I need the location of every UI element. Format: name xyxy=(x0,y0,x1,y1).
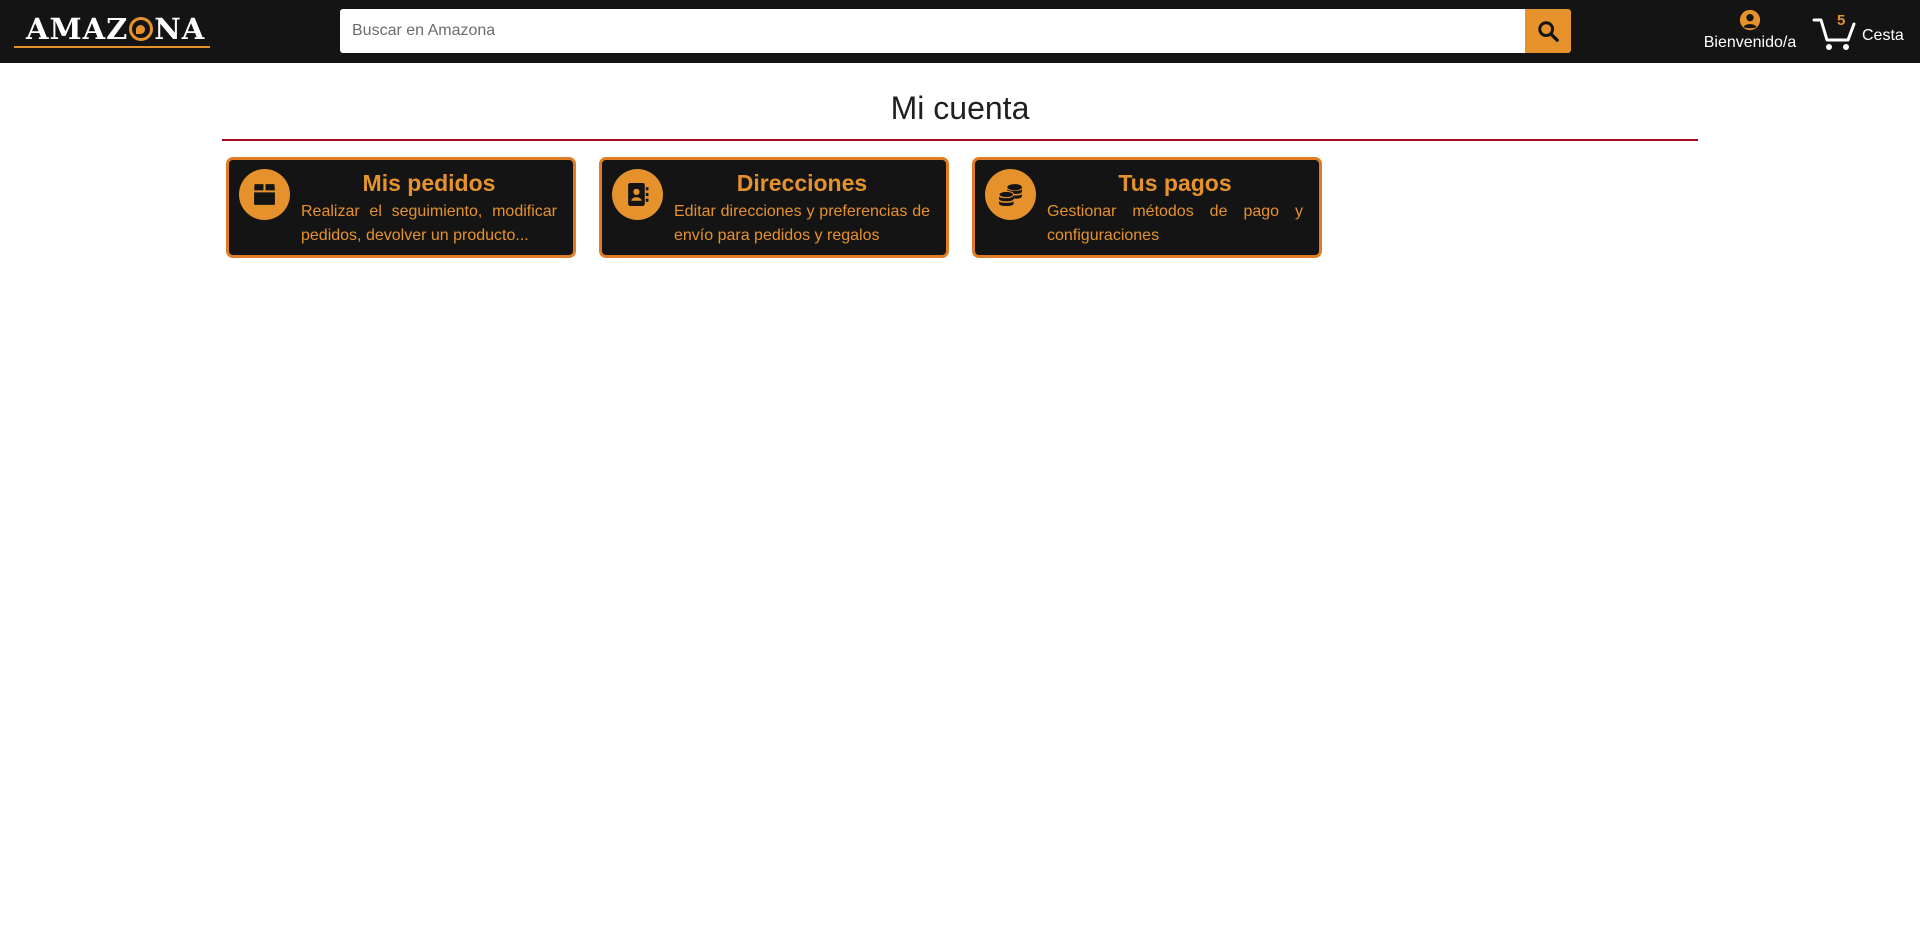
address-book-icon xyxy=(628,183,649,206)
payments-card[interactable]: Tus pagos Gestionar métodos de pago y co… xyxy=(972,157,1322,258)
site-logo[interactable]: AMAZ NA xyxy=(14,10,210,48)
orders-card-description: Realizar el seguimiento, modificar pedid… xyxy=(301,203,557,244)
logo-text-start: AMAZ xyxy=(26,12,129,46)
top-navbar: AMAZ NA Bienvenido/a 5 Cesta xyxy=(0,0,1920,63)
search-button[interactable] xyxy=(1525,9,1571,53)
orders-card-icon-badge xyxy=(239,169,290,220)
addresses-card[interactable]: Direcciones Editar direcciones y prefere… xyxy=(599,157,949,258)
payments-card-icon-badge xyxy=(985,169,1036,220)
addresses-card-description: Editar direcciones y preferencias de env… xyxy=(674,203,930,244)
payments-card-description: Gestionar métodos de pago y configuracio… xyxy=(1047,203,1303,244)
orders-card-title: Mis pedidos xyxy=(362,170,496,196)
search-bar xyxy=(340,9,1571,53)
cart-icon xyxy=(1812,18,1856,50)
search-input[interactable] xyxy=(340,9,1525,53)
title-divider xyxy=(222,139,1698,141)
cart-count-badge: 5 xyxy=(1837,12,1846,29)
coins-icon xyxy=(998,184,1022,206)
logo-underline xyxy=(14,46,210,48)
logo-text-end: NA xyxy=(154,12,206,46)
account-greeting: Bienvenido/a xyxy=(1703,34,1797,51)
page-title: Mi cuenta xyxy=(890,90,1030,126)
addresses-card-title: Direcciones xyxy=(736,170,868,196)
payments-card-title: Tus pagos xyxy=(1118,170,1232,196)
addresses-card-icon-badge xyxy=(612,169,663,220)
cart-link[interactable]: 5 Cesta xyxy=(1812,10,1912,54)
cart-label: Cesta xyxy=(1862,27,1904,44)
search-icon xyxy=(1538,21,1559,42)
box-icon xyxy=(254,184,275,205)
orders-card[interactable]: Mis pedidos Realizar el seguimiento, mod… xyxy=(226,157,576,258)
user-circle-icon xyxy=(1739,9,1761,31)
logo-globe-icon xyxy=(129,17,154,41)
account-menu[interactable]: Bienvenido/a xyxy=(1700,9,1800,55)
